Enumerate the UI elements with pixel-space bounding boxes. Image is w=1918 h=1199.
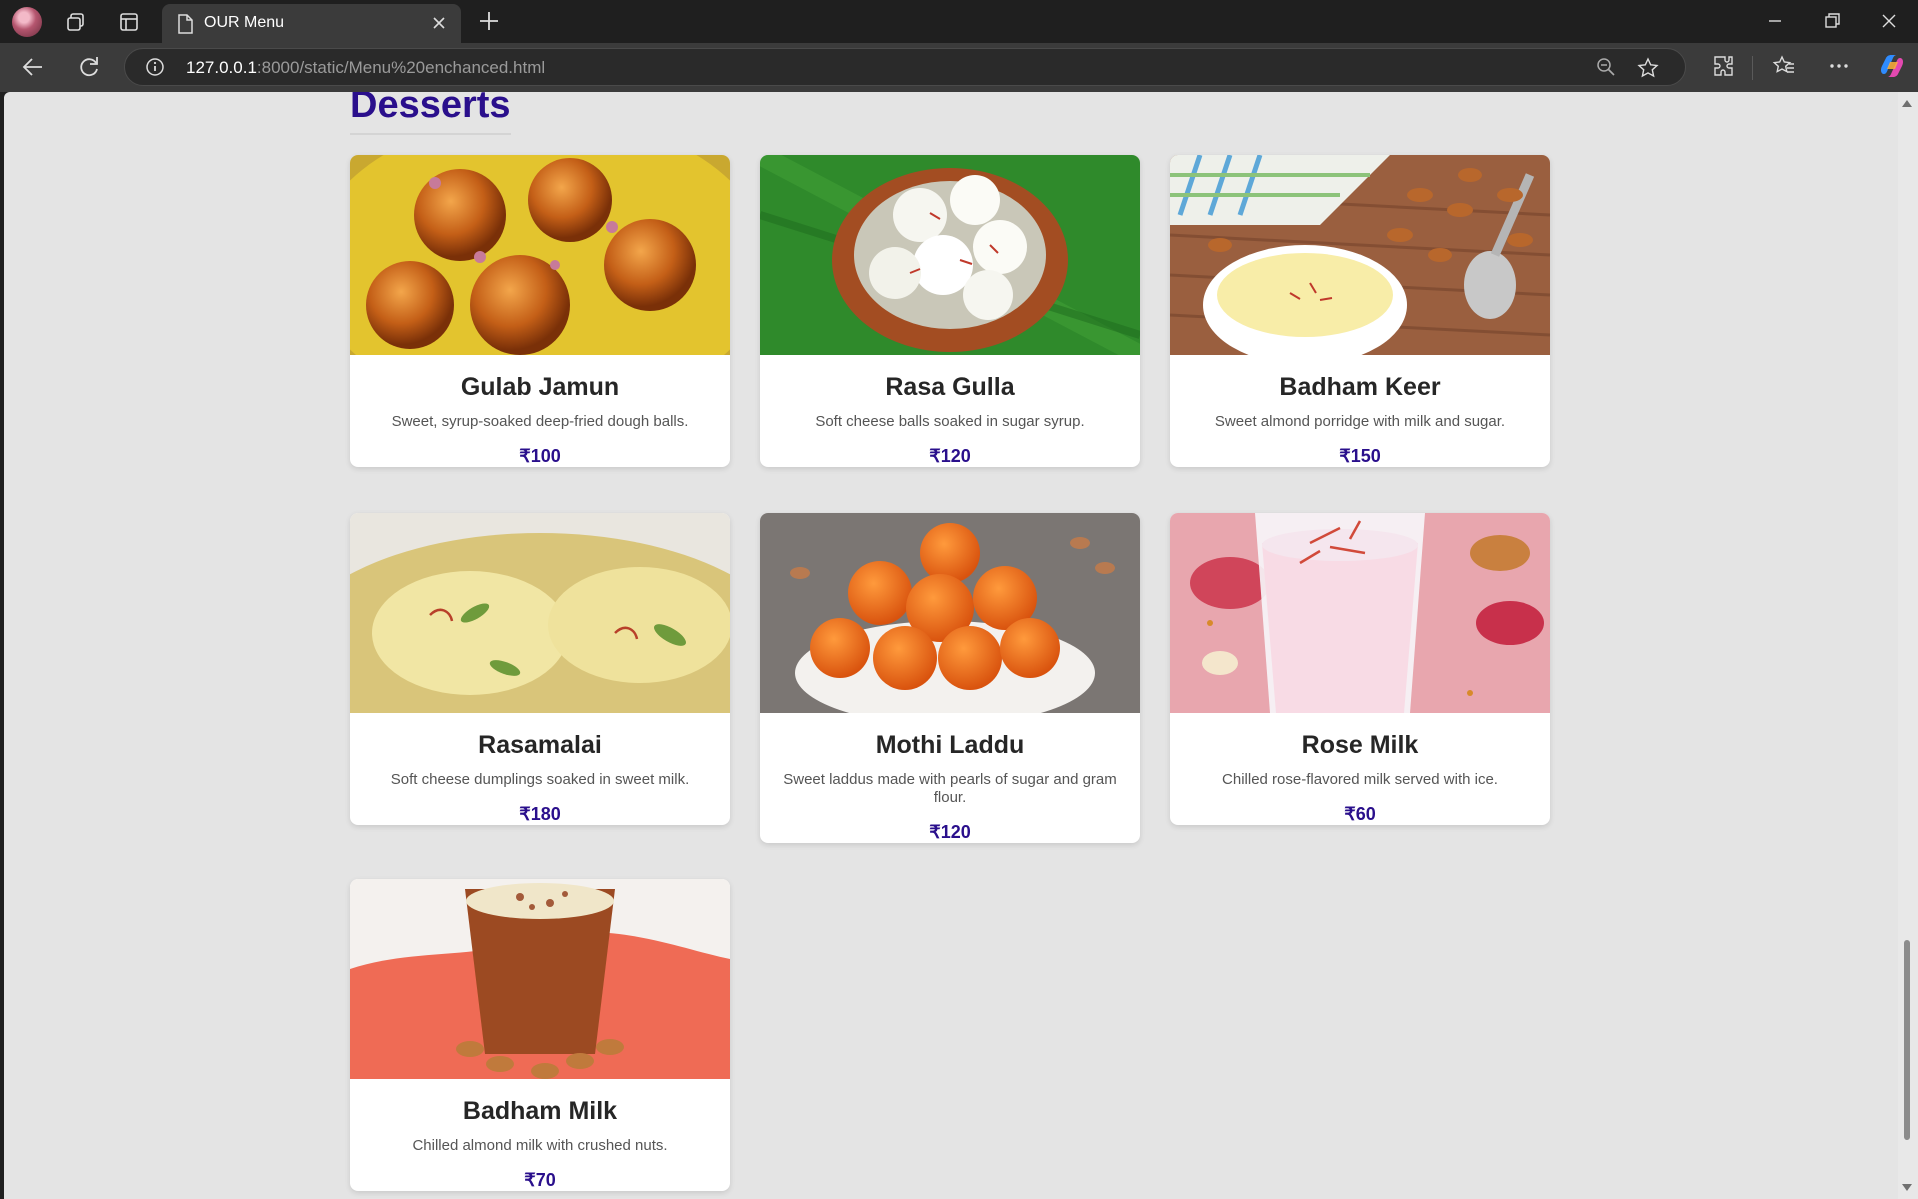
badham-keer-image [1170,155,1550,355]
back-arrow-icon[interactable] [20,54,46,85]
page-viewport: Desserts Gulab Jamun Sweet, syrup-soaked… [4,92,1898,1199]
item-description: Sweet almond porridge with milk and suga… [1214,413,1506,430]
mothi-laddu-image [760,513,1140,713]
vertical-scrollbar[interactable] [1898,92,1918,1199]
site-info-icon[interactable] [145,57,165,82]
item-name: Gulab Jamun [460,373,620,401]
favorites-icon[interactable] [1772,54,1796,83]
item-name: Rasa Gulla [885,373,1015,401]
tab-title: OUR Menu [204,14,285,31]
address-bar[interactable]: 127.0.0.1:8000/static/Menu%20enchanced.h… [124,48,1686,86]
page-icon [176,14,194,39]
copilot-icon[interactable] [1878,52,1906,85]
item-description: Soft cheese balls soaked in sugar syrup. [815,413,1085,430]
more-options-icon[interactable] [1827,54,1851,83]
item-name: Badham Keer [1279,373,1441,401]
menu-card[interactable]: Mothi Laddu Sweet laddus made with pearl… [760,513,1140,843]
section-title: Desserts [350,92,511,135]
browser-title-bar: OUR Menu [0,0,1918,43]
new-tab-icon[interactable] [476,8,502,39]
item-description: Sweet, syrup-soaked deep-fried dough bal… [391,413,689,430]
menu-card[interactable]: Rasa Gulla Soft cheese balls soaked in s… [760,155,1140,467]
item-description: Chilled almond milk with crushed nuts. [412,1137,668,1154]
rasa-gulla-image [760,155,1140,355]
item-price: ₹180 [519,804,561,824]
zoom-out-icon[interactable] [1596,57,1616,82]
restore-icon[interactable] [1821,10,1843,37]
menu-card[interactable]: Rose Milk Chilled rose-flavored milk ser… [1170,513,1550,825]
toolbar-divider [1752,56,1753,80]
item-price: ₹120 [929,446,971,466]
item-price: ₹100 [519,446,561,466]
refresh-icon[interactable] [76,54,102,85]
workspaces-icon[interactable] [63,9,89,35]
extensions-icon[interactable] [1712,54,1736,83]
menu-card[interactable]: Gulab Jamun Sweet, syrup-soaked deep-fri… [350,155,730,467]
item-price: ₹70 [524,1170,556,1190]
item-description: Soft cheese dumplings soaked in sweet mi… [390,771,690,788]
favorite-star-icon[interactable] [1637,57,1659,84]
item-description: Sweet laddus made with pearls of sugar a… [783,771,1117,806]
rasamalai-image [350,513,730,713]
item-name: Rose Milk [1301,731,1419,759]
close-tab-icon[interactable] [430,14,448,37]
menu-card[interactable]: Badham Keer Sweet almond porridge with m… [1170,155,1550,467]
badham-milk-image [350,879,730,1079]
item-description: Chilled rose-flavored milk served with i… [1222,771,1498,788]
scroll-up-arrow-icon[interactable] [1902,100,1912,107]
scrollbar-thumb[interactable] [1904,940,1910,1140]
item-name: Mothi Laddu [875,731,1025,759]
menu-card[interactable]: Rasamalai Soft cheese dumplings soaked i… [350,513,730,825]
item-name: Rasamalai [478,731,602,759]
item-price: ₹120 [929,822,971,842]
browser-toolbar: 127.0.0.1:8000/static/Menu%20enchanced.h… [0,43,1918,92]
tab-our-menu[interactable]: OUR Menu [162,4,461,43]
vertical-tabs-icon[interactable] [116,9,142,35]
minimize-icon[interactable] [1764,10,1786,37]
close-window-icon[interactable] [1878,10,1900,37]
menu-card[interactable]: Badham Milk Chilled almond milk with cru… [350,879,730,1191]
rose-milk-image [1170,513,1550,713]
item-price: ₹150 [1339,446,1381,466]
url-text[interactable]: 127.0.0.1:8000/static/Menu%20enchanced.h… [186,58,545,78]
item-name: Badham Milk [462,1097,618,1125]
gulab-jamun-image [350,155,730,355]
item-price: ₹60 [1344,804,1376,824]
profile-avatar[interactable] [12,7,42,37]
scroll-down-arrow-icon[interactable] [1902,1184,1912,1191]
